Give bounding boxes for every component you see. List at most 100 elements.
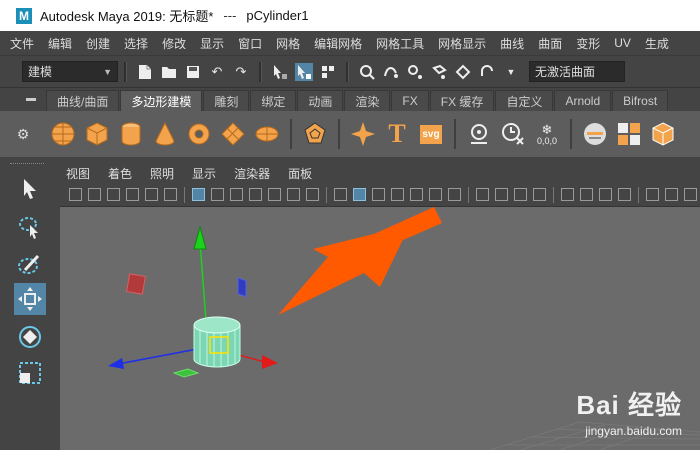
panel-menu-show[interactable]: 显示 [192, 165, 216, 182]
snap-together-icon[interactable] [478, 63, 496, 81]
poly-sphere-icon[interactable] [49, 120, 77, 148]
safe-title-icon[interactable] [306, 188, 319, 201]
screen-space-ao-icon[interactable] [476, 188, 489, 201]
snap-to-point-icon[interactable] [406, 63, 424, 81]
use-all-lights-icon[interactable] [429, 188, 442, 201]
chevron-down-icon[interactable]: ▼ [502, 63, 520, 81]
grid-icon[interactable] [192, 188, 205, 201]
smooth-icon[interactable] [649, 120, 677, 148]
separate-icon[interactable] [615, 120, 643, 148]
tab-curves-surfaces[interactable]: 曲线/曲面 [46, 90, 120, 111]
bookmark-icon[interactable] [107, 188, 120, 201]
menu-generate[interactable]: 生成 [645, 35, 669, 52]
redo-icon[interactable]: ↷ [232, 63, 250, 81]
lasso-tool-icon[interactable] [14, 212, 46, 244]
menu-mesh-tools[interactable]: 网格工具 [376, 35, 424, 52]
tab-custom[interactable]: 自定义 [495, 90, 554, 111]
make-live-icon[interactable] [454, 63, 472, 81]
menu-window[interactable]: 窗口 [238, 35, 262, 52]
menu-edit[interactable]: 编辑 [48, 35, 72, 52]
super-shape-icon[interactable] [349, 120, 377, 148]
color-management-icon[interactable] [684, 188, 697, 201]
tab-fx-caching[interactable]: FX 缓存 [429, 90, 495, 111]
freeze-transform-icon[interactable]: ❄ 0,0,0 [533, 120, 561, 148]
poly-disc-icon[interactable] [253, 120, 281, 148]
menu-deform[interactable]: 变形 [576, 35, 600, 52]
rotate-tool-icon[interactable] [14, 321, 46, 353]
snap-to-curve-icon[interactable] [382, 63, 400, 81]
panel-menu-lighting[interactable]: 照明 [150, 165, 174, 182]
smooth-shade-icon[interactable] [353, 188, 366, 201]
textured-icon[interactable] [410, 188, 423, 201]
open-scene-icon[interactable] [160, 63, 178, 81]
scale-tool-icon[interactable] [14, 357, 46, 389]
film-gate-icon[interactable] [211, 188, 224, 201]
xray-joints-icon[interactable] [618, 188, 631, 201]
isolate-select-icon[interactable] [561, 188, 574, 201]
menu-uv[interactable]: UV [614, 36, 631, 50]
menu-curves[interactable]: 曲线 [500, 35, 524, 52]
menu-modify[interactable]: 修改 [162, 35, 186, 52]
anti-aliasing-icon[interactable] [514, 188, 527, 201]
gear-icon[interactable]: ⚙ [0, 126, 46, 143]
panel-menu-view[interactable]: 视图 [66, 165, 90, 182]
field-chart-icon[interactable] [268, 188, 281, 201]
pivot-tool-icon[interactable] [465, 120, 493, 148]
image-plane-icon[interactable] [126, 188, 139, 201]
safe-action-icon[interactable] [287, 188, 300, 201]
menu-mesh-display[interactable]: 网格显示 [438, 35, 486, 52]
tab-bifrost[interactable]: Bifrost [612, 90, 669, 111]
xray-icon[interactable] [580, 188, 593, 201]
poly-cube-icon[interactable] [83, 120, 111, 148]
panel-menu-renderer[interactable]: 渲染器 [234, 165, 270, 182]
move-tool-icon[interactable] [14, 283, 46, 315]
svg-tool-icon[interactable]: svg [417, 120, 445, 148]
tab-animation[interactable]: 动画 [297, 90, 344, 111]
delete-history-icon[interactable] [499, 120, 527, 148]
tab-fx[interactable]: FX [391, 90, 429, 111]
shelf-menu-handle[interactable] [0, 88, 46, 111]
resolution-gate-icon[interactable] [230, 188, 243, 201]
poly-torus-icon[interactable] [185, 120, 213, 148]
select-tool-icon[interactable] [14, 173, 46, 205]
grease-pencil-icon[interactable] [164, 188, 177, 201]
motion-blur-icon[interactable] [495, 188, 508, 201]
tab-sculpting[interactable]: 雕刻 [203, 90, 250, 111]
menu-edit-mesh[interactable]: 编辑网格 [314, 35, 362, 52]
perspective-viewport[interactable]: Bai 经验 jingyan.baidu.com [60, 207, 700, 450]
snap-to-view-plane-icon[interactable] [430, 63, 448, 81]
live-surface-field[interactable]: 无激活曲面 [529, 61, 625, 82]
tab-rigging[interactable]: 绑定 [250, 90, 297, 111]
combine-icon[interactable] [581, 120, 609, 148]
undo-icon[interactable]: ↶ [208, 63, 226, 81]
save-scene-icon[interactable] [184, 63, 202, 81]
menu-file[interactable]: 文件 [10, 35, 34, 52]
panel-menu-shading[interactable]: 着色 [108, 165, 132, 182]
select-by-hierarchy-icon[interactable] [271, 63, 289, 81]
select-camera-icon[interactable] [69, 188, 82, 201]
menu-select[interactable]: 选择 [124, 35, 148, 52]
tab-poly-modeling[interactable]: 多边形建模 [120, 90, 203, 111]
camera-attributes-icon[interactable] [88, 188, 101, 201]
shadows-icon[interactable] [448, 188, 461, 201]
tab-rendering[interactable]: 渲染 [344, 90, 391, 111]
poly-plane-icon[interactable] [219, 120, 247, 148]
panel-menu-panels[interactable]: 面板 [288, 165, 312, 182]
poly-cylinder-icon[interactable] [117, 120, 145, 148]
menu-create[interactable]: 创建 [86, 35, 110, 52]
select-by-component-icon[interactable] [319, 63, 337, 81]
exposure-icon[interactable] [646, 188, 659, 201]
tab-arnold[interactable]: Arnold [554, 90, 612, 111]
use-default-material-icon[interactable] [372, 188, 385, 201]
type-tool-icon[interactable]: T [383, 119, 411, 148]
menu-mesh[interactable]: 网格 [276, 35, 300, 52]
wireframe-on-shaded-icon[interactable] [391, 188, 404, 201]
gate-mask-icon[interactable] [249, 188, 262, 201]
new-scene-icon[interactable] [136, 63, 154, 81]
snap-to-grid-icon[interactable] [358, 63, 376, 81]
wireframe-icon[interactable] [334, 188, 347, 201]
depth-of-field-icon[interactable] [533, 188, 546, 201]
platonic-solid-icon[interactable] [301, 120, 329, 148]
two-d-pan-zoom-icon[interactable] [145, 188, 158, 201]
gamma-icon[interactable] [665, 188, 678, 201]
